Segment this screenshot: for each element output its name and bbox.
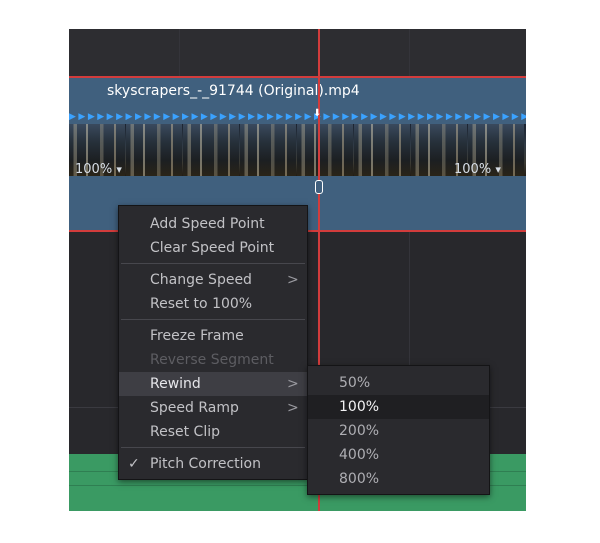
chevron-right-icon: >: [287, 400, 299, 416]
submenu-item-label: 200%: [339, 423, 380, 439]
clip-name: skyscrapers_-_91744 (Original).mp4: [107, 83, 360, 99]
menu-item-rewind[interactable]: Rewind >: [119, 372, 307, 396]
submenu-item-50[interactable]: 50%: [308, 371, 489, 395]
menu-item-label: Add Speed Point: [150, 216, 265, 232]
menu-item-label: Reverse Segment: [150, 352, 274, 368]
timeline-track-empty: [69, 29, 526, 76]
speed-right-value: 100%: [454, 162, 492, 177]
rewind-submenu: 50% 100% 200% 400% 800%: [307, 365, 490, 495]
menu-item-label: Clear Speed Point: [150, 240, 275, 256]
speed-direction-indicator: ▶▶▶▶▶▶▶▶▶▶▶▶▶▶▶▶▶▶▶▶▶▶▶▶▶▶▶▶▶▶▶▶▶▶▶▶▶▶▶▶…: [69, 112, 526, 122]
menu-item-pitch-correction[interactable]: ✓ Pitch Correction: [119, 452, 307, 476]
submenu-item-label: 100%: [339, 399, 380, 415]
chevron-right-icon: >: [287, 376, 299, 392]
menu-item-label: Speed Ramp: [150, 400, 239, 416]
menu-item-label: Change Speed: [150, 272, 252, 288]
speed-left-dropdown[interactable]: 100% ▾: [75, 162, 122, 177]
menu-item-reset-to-100[interactable]: Reset to 100%: [119, 292, 307, 316]
chevron-down-icon: ▾: [116, 163, 122, 176]
menu-item-label: Pitch Correction: [150, 456, 261, 472]
playhead-marker-icon: ⬇: [313, 108, 322, 119]
thumbnail: [240, 124, 296, 176]
menu-item-reset-clip[interactable]: Reset Clip: [119, 420, 307, 444]
chevron-down-icon: ▾: [495, 163, 501, 176]
menu-item-clear-speed-point[interactable]: Clear Speed Point: [119, 236, 307, 260]
menu-item-label: Reset Clip: [150, 424, 220, 440]
menu-item-add-speed-point[interactable]: Add Speed Point: [119, 212, 307, 236]
chevron-right-icon: >: [287, 272, 299, 288]
thumbnail: [183, 124, 239, 176]
menu-separator: [121, 319, 305, 320]
thumbnail: [354, 124, 410, 176]
menu-item-freeze-frame[interactable]: Freeze Frame: [119, 324, 307, 348]
menu-separator: [121, 447, 305, 448]
thumbnail: [126, 124, 182, 176]
retime-context-menu: Add Speed Point Clear Speed Point Change…: [118, 205, 308, 480]
checkmark-icon: ✓: [128, 456, 140, 472]
submenu-item-200[interactable]: 200%: [308, 419, 489, 443]
menu-item-speed-ramp[interactable]: Speed Ramp >: [119, 396, 307, 420]
speed-point-handle[interactable]: [315, 180, 323, 194]
menu-item-label: Reset to 100%: [150, 296, 253, 312]
submenu-item-400[interactable]: 400%: [308, 443, 489, 467]
speed-right-dropdown[interactable]: 100% ▾: [454, 162, 501, 177]
submenu-item-label: 400%: [339, 447, 380, 463]
menu-item-change-speed[interactable]: Change Speed >: [119, 268, 307, 292]
submenu-item-800[interactable]: 800%: [308, 467, 489, 491]
submenu-item-100[interactable]: 100%: [308, 395, 489, 419]
menu-item-reverse-segment: Reverse Segment: [119, 348, 307, 372]
menu-item-label: Rewind: [150, 376, 201, 392]
submenu-item-label: 800%: [339, 471, 380, 487]
submenu-item-label: 50%: [339, 375, 371, 391]
menu-separator: [121, 263, 305, 264]
menu-item-label: Freeze Frame: [150, 328, 244, 344]
speed-left-value: 100%: [75, 162, 113, 177]
thumbnail: [297, 124, 353, 176]
